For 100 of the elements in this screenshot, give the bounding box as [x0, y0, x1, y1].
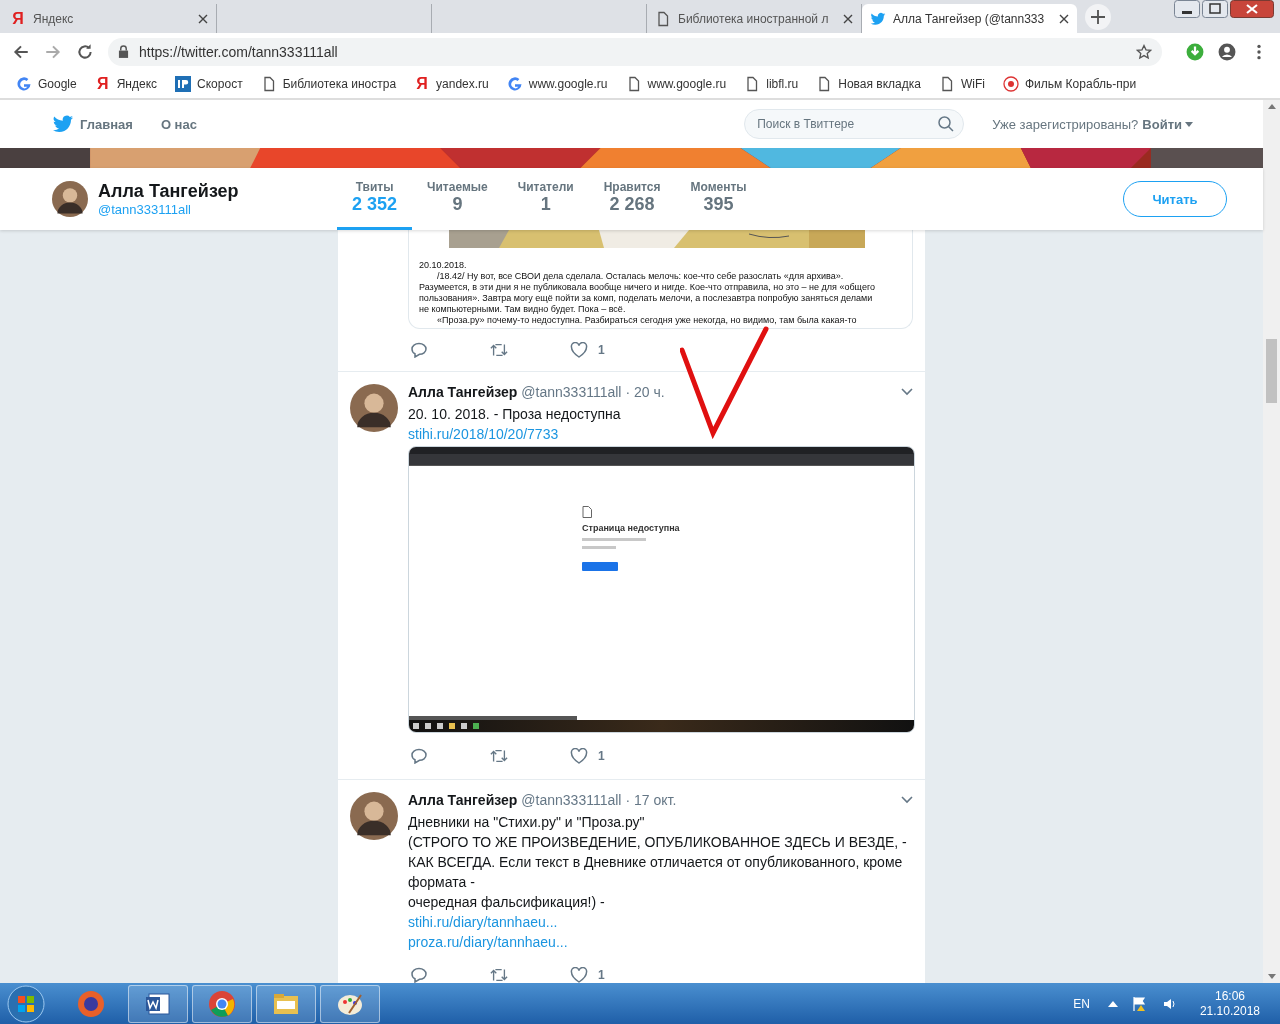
author-name[interactable]: Алла Тангейзер: [408, 792, 518, 808]
language-indicator[interactable]: EN: [1073, 996, 1090, 1011]
bookmark-item[interactable]: Google: [16, 76, 77, 92]
search-icon[interactable]: [938, 116, 955, 132]
taskbar-app-button[interactable]: [256, 984, 316, 1023]
address-bar[interactable]: https://twitter.com/tann333111all: [108, 37, 1162, 66]
error-title: Страница недоступна: [582, 523, 680, 533]
heart-icon[interactable]: [570, 967, 588, 983]
bookmark-label: Скорост: [197, 77, 243, 91]
browser-tab[interactable]: Алла Тангейзер (@tann333: [862, 4, 1077, 33]
browser-globe-icon[interactable]: [76, 988, 106, 1019]
tweet-time[interactable]: · 17 окт.: [625, 792, 677, 808]
retweet-icon[interactable]: [490, 748, 508, 764]
search-field[interactable]: Поиск в Твиттере: [744, 109, 965, 139]
bookmark-item[interactable]: Я Яндекс: [94, 75, 158, 93]
scroll-down-icon[interactable]: [1267, 974, 1276, 979]
document-text-line: Разумеется, в эти дни я не публиковала вообще ничего и нигде. Кое-что отправила, но это – не для «общего: [419, 282, 876, 293]
bookmark-label: www.google.ru: [528, 77, 608, 91]
minimize-button[interactable]: [1174, 0, 1200, 18]
bookmark-label: Библиотека иностра: [282, 77, 397, 91]
tweet-link[interactable]: stihi.ru/2018/10/20/7733: [408, 424, 559, 444]
bookmark-label: yandex.ru: [436, 77, 489, 91]
reload-button: [582, 562, 618, 571]
taskbar-app-button[interactable]: [128, 984, 188, 1023]
chevron-icon[interactable]: [901, 796, 913, 804]
reply-icon[interactable]: [410, 748, 428, 764]
avatar[interactable]: [52, 181, 88, 217]
bookmark-item[interactable]: libfl.ru: [744, 76, 799, 92]
bookmark-item[interactable]: Библиотека иностра: [260, 76, 397, 92]
taskbar-app-button[interactable]: [320, 984, 380, 1023]
bookmark-item[interactable]: www.google.ru: [506, 76, 608, 92]
close-button[interactable]: [1230, 0, 1274, 18]
restore-button[interactable]: [1202, 0, 1228, 18]
start-button[interactable]: [6, 983, 46, 1024]
clock[interactable]: 16:06 21.10.2018: [1199, 988, 1260, 1019]
google-icon: [506, 76, 523, 92]
lock-icon: [118, 45, 129, 58]
bookmark-item[interactable]: Скорост: [175, 76, 243, 92]
scroll-thumb[interactable]: [1266, 339, 1277, 403]
like-count: 1: [598, 968, 605, 982]
bird-icon: [870, 10, 886, 27]
avatar[interactable]: [350, 384, 398, 432]
document-card[interactable]: [408, 230, 913, 329]
screenshot-card[interactable]: Страница недоступна: [408, 446, 915, 733]
document-text-line: /18.42/ Ну вот, все СВОИ дела сделала. Осталась мелочь: кое-что себе разослать «для архива».: [436, 271, 845, 282]
reload-icon[interactable]: [76, 42, 94, 61]
download-icon[interactable]: [1186, 42, 1204, 61]
stat-tab[interactable]: Читаемые 9: [412, 168, 503, 230]
login-link[interactable]: Войти: [1142, 116, 1193, 132]
stat-tab[interactable]: Моменты 395: [675, 168, 762, 230]
chrome-icon: [207, 988, 237, 1019]
stat-tab[interactable]: Нравится 2 268: [588, 168, 676, 230]
bookmark-item[interactable]: Новая вкладка: [816, 76, 921, 92]
chevron-icon[interactable]: [901, 388, 913, 396]
heart-icon[interactable]: [570, 748, 588, 764]
close-icon[interactable]: [1059, 13, 1069, 24]
bookmark-label: Фильм Корабль-при: [1024, 77, 1137, 91]
plus-icon: [1091, 10, 1105, 24]
bookmark-item[interactable]: Я yandex.ru: [414, 75, 489, 93]
tray-arrow-icon[interactable]: [1107, 1000, 1118, 1007]
nav-link[interactable]: О нас: [160, 116, 197, 132]
bookmark-item[interactable]: WiFi: [938, 76, 985, 92]
bookmark-label: libfl.ru: [766, 77, 799, 91]
tweet-link[interactable]: proza.ru/diary/tannhaeu...: [408, 932, 568, 952]
tweet-text: формата -: [408, 873, 476, 892]
tweet-text: КАК ВСЕГДА. Если текст в Дневнике отличается от опубликованного, кроме: [408, 853, 904, 872]
new-tab-button[interactable]: [1085, 4, 1111, 30]
stat-tab[interactable]: Читатели 1: [502, 168, 589, 230]
avatar[interactable]: [350, 792, 398, 840]
tweet-text: (СТРОГО ТО ЖЕ ПРОИЗВЕДЕНИЕ, ОПУБЛИКОВАННОЕ ЗДЕСЬ И ВЕЗДЕ, -: [408, 833, 908, 852]
like-count: 1: [598, 343, 605, 357]
flag-icon[interactable]: [1131, 995, 1148, 1012]
close-icon[interactable]: [198, 13, 208, 24]
bird-logo-icon[interactable]: [52, 113, 74, 135]
yandex-icon: Я: [10, 9, 26, 28]
reply-icon[interactable]: [410, 967, 428, 983]
document-text-line: пользования». Завтра могу ещё пойти за комп, поделать мелочи, а послезавтра попробую заняться делами: [419, 293, 874, 304]
sad-page-icon: [582, 506, 592, 518]
circle-logo-icon: [1002, 76, 1019, 92]
retweet-icon[interactable]: [490, 967, 508, 983]
bookmark-star-icon[interactable]: [1136, 43, 1152, 60]
profile-name: Алла Тангейзер: [98, 181, 239, 202]
document-text-line: «Проза.ру» почему-то недоступна. Разбираться сегодня уже некогда, но видимо, там была какая-то: [436, 315, 858, 326]
bookmark-item[interactable]: Фильм Корабль-при: [1002, 76, 1137, 92]
retweet-icon[interactable]: [490, 342, 508, 358]
tweet-time[interactable]: · 20 ч.: [625, 384, 665, 400]
scroll-up-icon[interactable]: [1267, 104, 1276, 109]
login-prompt: Уже зарегистрированы?: [992, 116, 1139, 132]
bookmark-item[interactable]: www.google.ru: [625, 76, 727, 92]
scrollbar[interactable]: [1263, 100, 1280, 983]
nav-link[interactable]: Главная: [80, 116, 133, 132]
tweet-link[interactable]: stihi.ru/diary/tannhaeu...: [408, 912, 558, 932]
author-name[interactable]: Алла Тангейзер: [408, 384, 518, 400]
close-icon[interactable]: [843, 13, 853, 24]
google-icon: [16, 76, 32, 92]
reply-icon[interactable]: [410, 342, 428, 358]
tweet-text: 20. 10. 2018. - Проза недоступна: [408, 405, 622, 424]
heart-icon[interactable]: [570, 342, 588, 358]
account-icon[interactable]: [1218, 42, 1236, 61]
ip-logo-icon: [175, 76, 192, 92]
